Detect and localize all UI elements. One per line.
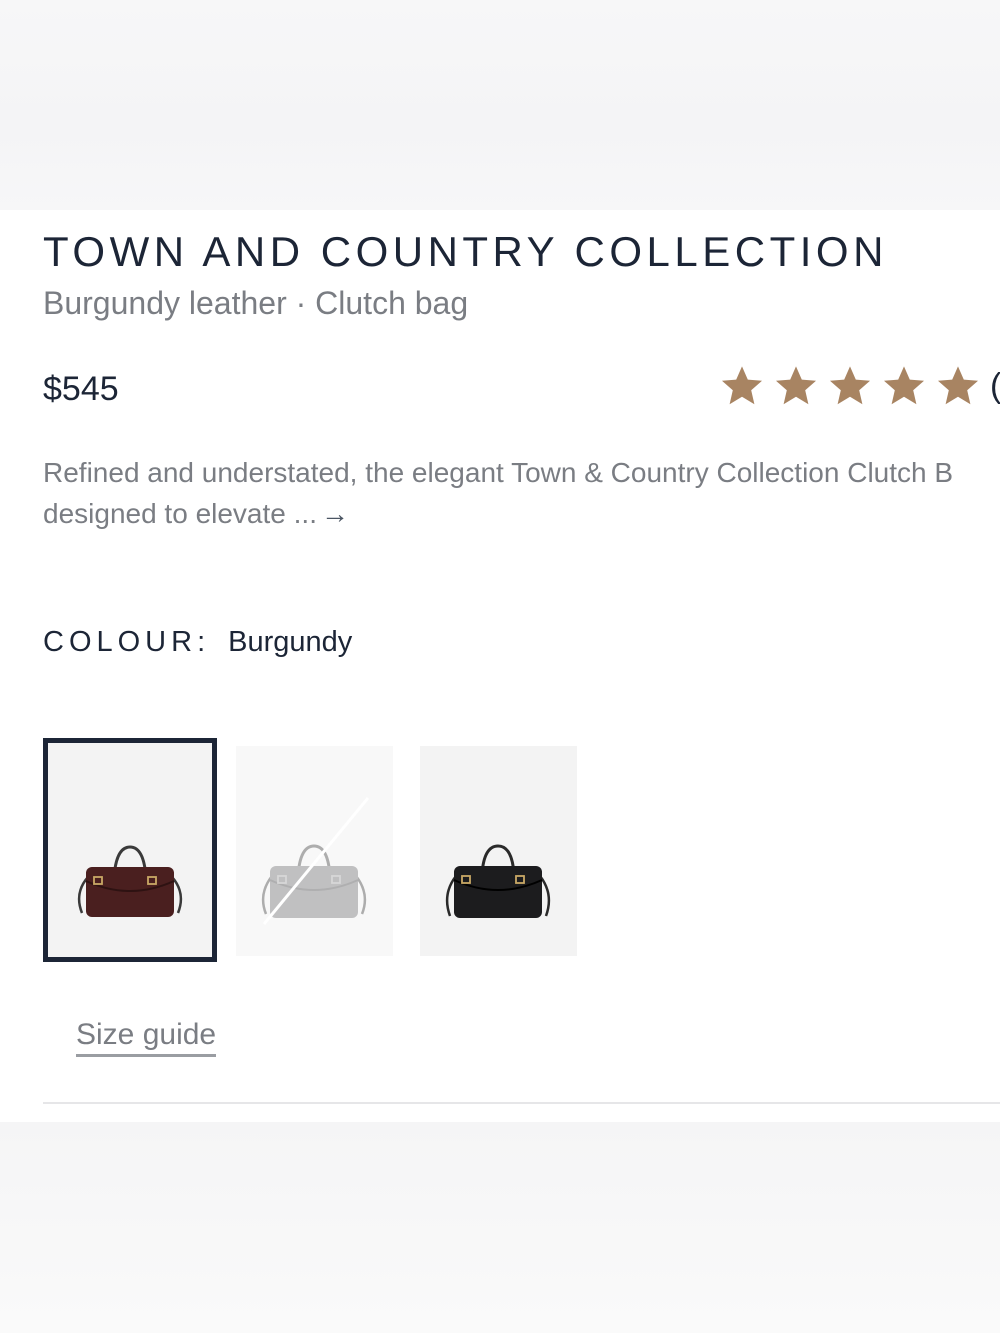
section-divider <box>43 1102 1000 1104</box>
product-subtitle: Burgundy leather · Clutch bag <box>43 285 469 321</box>
arrow-right-icon[interactable]: → <box>321 498 349 529</box>
product-rating[interactable]: ( <box>718 362 1000 410</box>
colour-selector-header: COLOUR: Burgundy <box>43 626 352 659</box>
page-bottom-area <box>0 1122 1000 1333</box>
star-icon <box>934 362 982 410</box>
description-line-1: Refined and understated, the elegant Tow… <box>43 457 954 488</box>
colour-swatch-grey[interactable] <box>236 746 393 956</box>
colour-swatch-black[interactable] <box>420 746 577 956</box>
product-collection-title: TOWN AND COUNTRY COLLECTION <box>43 228 888 275</box>
colour-label: COLOUR: <box>43 626 211 658</box>
product-price: $545 <box>43 370 119 408</box>
star-icon <box>718 362 766 410</box>
description-line-2: designed to elevate ... → <box>43 493 1000 534</box>
colour-swatch-burgundy[interactable] <box>43 738 217 962</box>
bag-image-grey <box>261 797 370 925</box>
product-image-area-top <box>0 0 1000 210</box>
product-description: Refined and understated, the elegant Tow… <box>43 452 1000 534</box>
bag-image-black <box>445 844 551 918</box>
review-count[interactable]: ( <box>990 367 1000 406</box>
description-line-2-text: designed to elevate ... <box>43 498 317 529</box>
bag-image-burgundy <box>77 845 183 917</box>
size-guide-link[interactable]: Size guide <box>76 1018 217 1057</box>
star-icon <box>772 362 820 410</box>
colour-selected-value: Burgundy <box>228 626 353 658</box>
star-icon <box>826 362 874 410</box>
star-icon <box>880 362 928 410</box>
